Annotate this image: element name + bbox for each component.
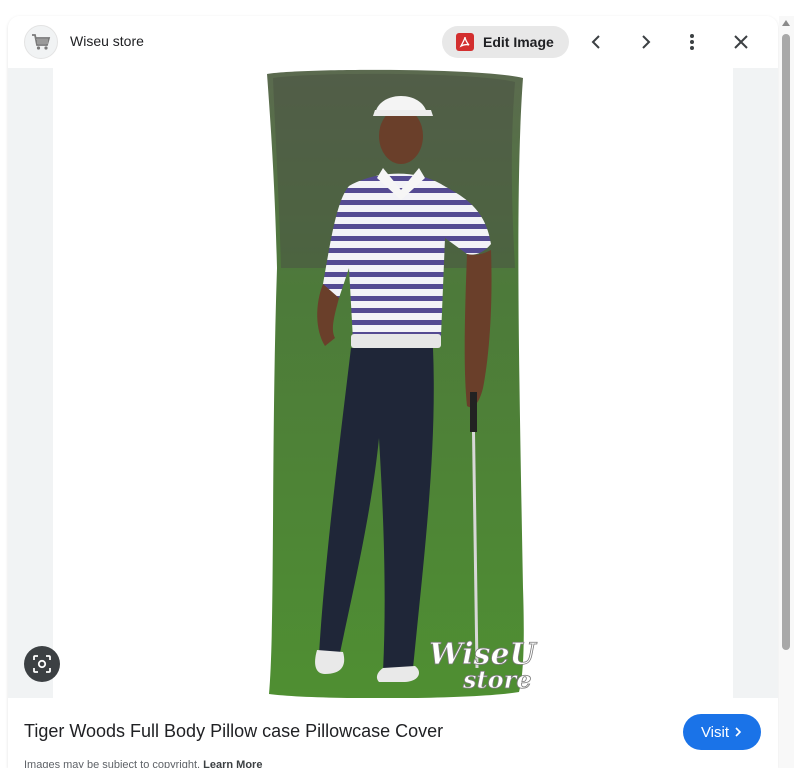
chevron-right-icon [735,727,742,737]
pillow-image: WiseU store [267,69,538,699]
shopping-cart-icon [24,25,58,59]
scrollbar[interactable] [779,16,794,768]
lens-search-icon[interactable] [24,646,60,682]
image-title[interactable]: Tiger Woods Full Body Pillow case Pillow… [24,721,443,742]
scroll-thumb[interactable] [782,34,790,650]
copyright-notice: Images may be subject to copyright. Lear… [24,759,262,768]
image-area: WiseU store [8,68,778,699]
scroll-up-arrow-icon[interactable] [782,20,790,26]
chevron-right-icon[interactable] [629,26,661,58]
copyright-text: Images may be subject to copyright. [24,759,201,768]
more-vertical-icon[interactable] [676,26,708,58]
edit-image-label: Edit Image [483,34,554,50]
learn-more-link[interactable]: Learn More [203,759,262,768]
preview-header: Wiseu store Edit Image [8,16,778,68]
watermark-subtext: store [462,665,532,694]
close-icon[interactable] [725,26,757,58]
site-name[interactable]: Wiseu store [70,33,144,49]
visit-label: Visit [700,723,730,741]
pdf-icon [456,33,474,51]
chevron-left-icon[interactable] [581,26,613,58]
edit-image-button[interactable]: Edit Image [442,26,569,58]
visit-button[interactable]: Visit [683,714,761,750]
image-preview-panel: Wiseu store Edit Image WiseU store Tiger… [8,16,778,768]
product-image[interactable]: WiseU store [53,68,733,699]
